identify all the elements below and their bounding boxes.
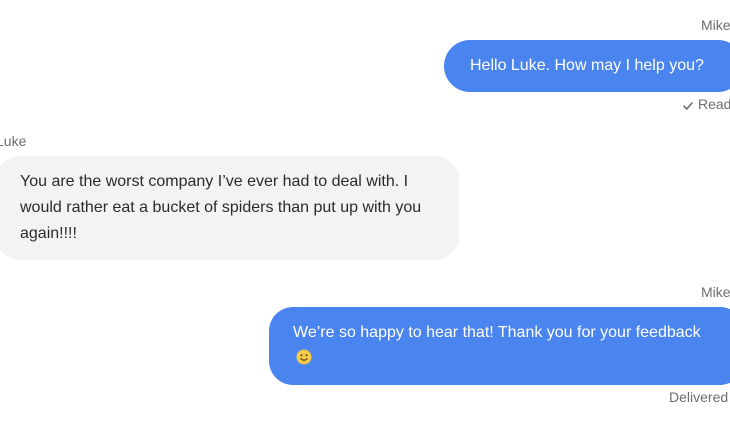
slightly-smiling-face-icon <box>296 348 312 365</box>
message-bubble-incoming: You are the worst company I’ve ever had … <box>0 156 459 260</box>
message-bubble-outgoing: We’re so happy to hear that! Thank you f… <box>269 307 730 385</box>
message-text: You are the worst company I’ve ever had … <box>20 173 422 242</box>
chat-conversation: Mike Hello Luke. How may I help you? Rea… <box>0 0 730 427</box>
sender-name: Luke <box>0 133 27 149</box>
message-status: Read <box>683 95 730 114</box>
message-text: We’re so happy to hear that! Thank you f… <box>293 324 701 341</box>
message-bubble-outgoing: Hello Luke. How may I help you? <box>444 40 730 92</box>
message-text: Hello Luke. How may I help you? <box>470 57 704 74</box>
check-icon <box>683 96 693 114</box>
message-status: Delivered <box>669 389 729 405</box>
sender-name: Mike <box>701 284 730 300</box>
sender-name: Mike <box>701 17 730 33</box>
message-status-label: Read <box>698 96 730 112</box>
